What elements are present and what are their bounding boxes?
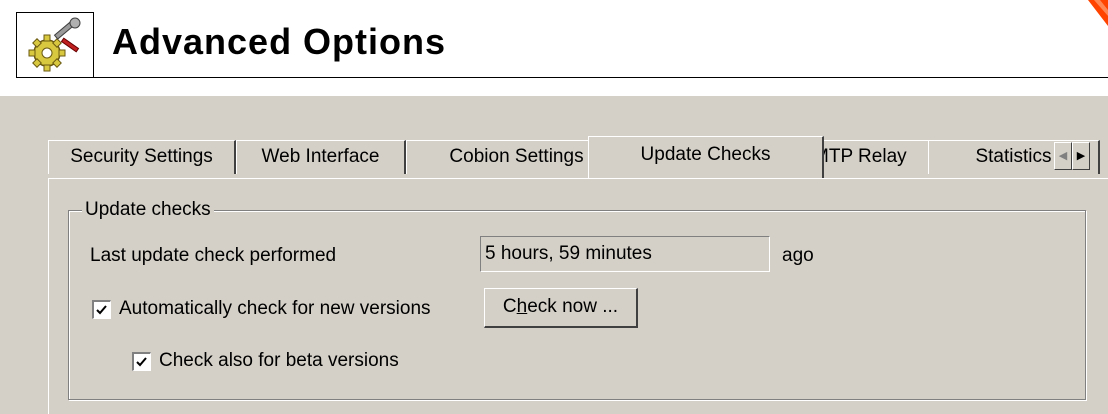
tab-web-interface[interactable]: Web Interface <box>236 140 406 174</box>
tools-gear-icon <box>16 12 94 78</box>
beta-check-checkbox[interactable] <box>132 351 151 371</box>
check-now-label-suffix: eck now ... <box>527 296 619 317</box>
tab-scroll-right-button[interactable]: ▶ <box>1072 142 1090 170</box>
tab-scroll-left-button[interactable]: ◀ <box>1054 142 1072 170</box>
arrow-left-icon: ◀ <box>1058 150 1068 162</box>
header-divider <box>94 77 1108 78</box>
checkmark-icon <box>96 304 107 314</box>
update-checks-group-title: Update checks <box>82 198 214 222</box>
auto-check-row: Automatically check for new versions <box>92 296 431 322</box>
checkmark-icon <box>136 356 147 366</box>
auto-check-checkbox[interactable] <box>92 299 111 319</box>
dialog-header: Advanced Options <box>0 0 1108 96</box>
arrow-right-icon: ▶ <box>1076 150 1086 162</box>
last-check-suffix: ago <box>782 245 814 266</box>
check-now-label-prefix: C <box>502 296 517 317</box>
auto-check-label: Automatically check for new versions <box>119 298 431 319</box>
last-check-value-field: 5 hours, 59 minutes <box>480 236 770 272</box>
beta-check-label: Check also for beta versions <box>159 350 399 371</box>
tab-security-settings[interactable]: Security Settings <box>48 140 236 174</box>
check-now-label-mnemonic: h <box>516 296 528 317</box>
corner-accent-icon <box>1088 0 1108 26</box>
dialog-title: Advanced Options <box>112 21 447 62</box>
check-now-button[interactable]: Check now ... <box>484 288 638 328</box>
last-check-label: Last update check performed <box>90 245 337 266</box>
beta-check-row: Check also for beta versions <box>132 348 399 374</box>
tab-strip: Security Settings Web Interface Cobion S… <box>48 136 1108 178</box>
tab-update-checks[interactable]: Update Checks <box>588 136 824 178</box>
